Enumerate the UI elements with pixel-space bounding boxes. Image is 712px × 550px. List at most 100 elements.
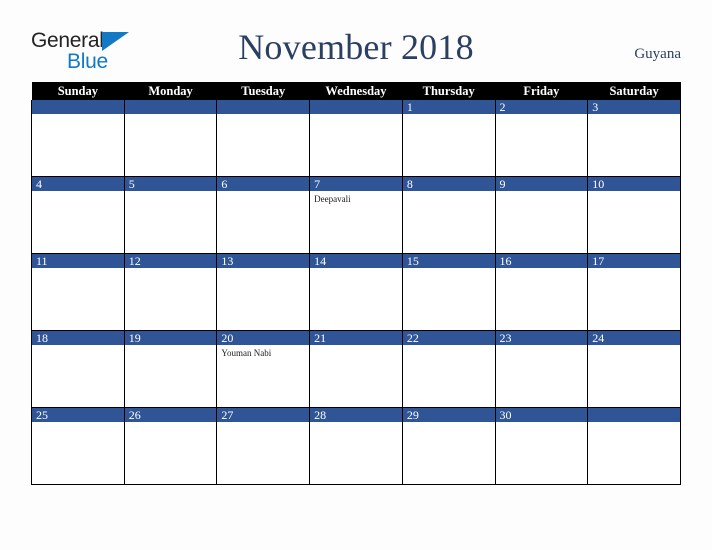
- calendar-day-cell[interactable]: 17: [587, 253, 681, 331]
- calendar-day-cell[interactable]: [31, 100, 125, 177]
- day-number: 21: [310, 331, 402, 345]
- day-cell-content: 20 Youman Nabi: [217, 331, 310, 407]
- calendar-day-cell[interactable]: 20 Youman Nabi: [216, 330, 311, 408]
- calendar-day-cell[interactable]: 5: [123, 176, 218, 254]
- calendar-body: 1 2 3 4 5 6 7 Deepavali 8 9 10 11 12 13 14 15 16 17 18 19 20…: [31, 100, 681, 485]
- day-number: 12: [124, 254, 217, 268]
- day-cell-content: 14: [310, 254, 402, 330]
- day-cell-content: 15: [402, 254, 495, 330]
- day-number: 24: [588, 331, 680, 345]
- weekday-header-wednesday: Wednesday: [309, 82, 403, 100]
- calendar-day-cell[interactable]: 29: [401, 407, 496, 485]
- day-cell-content: [588, 408, 680, 484]
- calendar-day-cell[interactable]: 18: [31, 330, 125, 408]
- day-cell-content: [32, 100, 124, 176]
- calendar-day-cell[interactable]: 27: [216, 407, 311, 485]
- day-cell-content: 27: [217, 408, 310, 484]
- day-number: 30: [495, 408, 588, 422]
- calendar-day-cell[interactable]: 10: [587, 176, 681, 254]
- calendar-day-cell[interactable]: 23: [494, 330, 589, 408]
- calendar-day-cell[interactable]: [123, 100, 218, 177]
- calendar-day-cell[interactable]: 12: [123, 253, 218, 331]
- calendar-day-cell[interactable]: 4: [31, 176, 125, 254]
- calendar-day-cell[interactable]: 13: [216, 253, 311, 331]
- calendar-day-cell[interactable]: [587, 407, 681, 485]
- day-number: 15: [402, 254, 495, 268]
- day-number: 1: [402, 100, 495, 114]
- calendar-day-cell[interactable]: [309, 100, 403, 177]
- calendar-day-cell[interactable]: 30: [494, 407, 589, 485]
- day-event-label: Deepavali: [314, 194, 351, 204]
- calendar-day-cell[interactable]: 3: [587, 100, 681, 177]
- day-number: [32, 100, 124, 114]
- day-number: 10: [588, 177, 680, 191]
- calendar-day-cell[interactable]: 2: [494, 100, 589, 177]
- calendar-day-cell[interactable]: 24: [587, 330, 681, 408]
- day-cell-content: 21: [310, 331, 402, 407]
- calendar-day-cell[interactable]: 21: [309, 330, 403, 408]
- day-cell-content: [310, 100, 402, 176]
- day-number: 25: [32, 408, 124, 422]
- day-number: [217, 100, 310, 114]
- page-title: November 2018: [238, 27, 474, 67]
- calendar-day-cell[interactable]: 26: [123, 407, 218, 485]
- day-number: 6: [217, 177, 310, 191]
- day-number: 11: [32, 254, 124, 268]
- weekday-header-tuesday: Tuesday: [216, 82, 310, 100]
- calendar-day-cell[interactable]: 19: [123, 330, 218, 408]
- calendar-week-row: 123: [31, 100, 681, 177]
- calendar-day-cell[interactable]: 8: [401, 176, 496, 254]
- calendar-day-cell[interactable]: 9: [494, 176, 589, 254]
- day-number: 7: [310, 177, 402, 191]
- day-number: [588, 408, 680, 422]
- day-number: 27: [217, 408, 310, 422]
- day-cell-content: 3: [588, 100, 680, 176]
- day-number: [124, 100, 217, 114]
- calendar-day-cell[interactable]: 15: [401, 253, 496, 331]
- calendar-day-cell[interactable]: 11: [31, 253, 125, 331]
- calendar-grid: Sunday Monday Tuesday Wednesday Thursday…: [31, 82, 681, 485]
- day-number: [310, 100, 402, 114]
- day-cell-content: 26: [124, 408, 217, 484]
- calendar-day-cell[interactable]: 28: [309, 407, 403, 485]
- day-cell-content: [124, 100, 217, 176]
- calendar-day-cell[interactable]: 6: [216, 176, 311, 254]
- day-cell-content: [217, 100, 310, 176]
- calendar-week-row: 25 26 27 28 29 30: [31, 407, 681, 485]
- weekday-header-saturday: Saturday: [587, 82, 681, 100]
- calendar-week-row: 18 19 20 Youman Nabi 21 22 23 24: [31, 330, 681, 408]
- day-number: 17: [588, 254, 680, 268]
- day-cell-content: 10: [588, 177, 680, 253]
- day-cell-content: 12: [124, 254, 217, 330]
- day-cell-content: 25: [32, 408, 124, 484]
- weekday-header-thursday: Thursday: [402, 82, 496, 100]
- day-cell-content: 16: [495, 254, 588, 330]
- calendar-day-cell[interactable]: 25: [31, 407, 125, 485]
- day-cell-content: 9: [495, 177, 588, 253]
- region-label: Guyana: [634, 46, 681, 62]
- calendar-day-cell[interactable]: 22: [401, 330, 496, 408]
- day-cell-content: 7 Deepavali: [310, 177, 402, 253]
- calendar-day-cell[interactable]: 1: [401, 100, 496, 177]
- calendar-week-row: 4 5 6 7 Deepavali 8 9 10: [31, 176, 681, 254]
- day-number: 23: [495, 331, 588, 345]
- day-number: 5: [124, 177, 217, 191]
- calendar-day-cell[interactable]: 7 Deepavali: [309, 176, 403, 254]
- day-number: 2: [495, 100, 588, 114]
- day-number: 26: [124, 408, 217, 422]
- day-number: 4: [32, 177, 124, 191]
- calendar-day-cell[interactable]: [216, 100, 311, 177]
- day-number: 20: [217, 331, 310, 345]
- weekday-header-sunday: Sunday: [31, 82, 125, 100]
- day-number: 29: [402, 408, 495, 422]
- day-cell-content: 13: [217, 254, 310, 330]
- day-cell-content: 23: [495, 331, 588, 407]
- day-cell-content: 28: [310, 408, 402, 484]
- day-number: 14: [310, 254, 402, 268]
- calendar-day-cell[interactable]: 14: [309, 253, 403, 331]
- day-cell-content: 18: [32, 331, 124, 407]
- page-header: General Blue November 2018 Guyana: [0, 0, 712, 80]
- day-cell-content: 5: [124, 177, 217, 253]
- calendar-day-cell[interactable]: 16: [494, 253, 589, 331]
- day-cell-content: 6: [217, 177, 310, 253]
